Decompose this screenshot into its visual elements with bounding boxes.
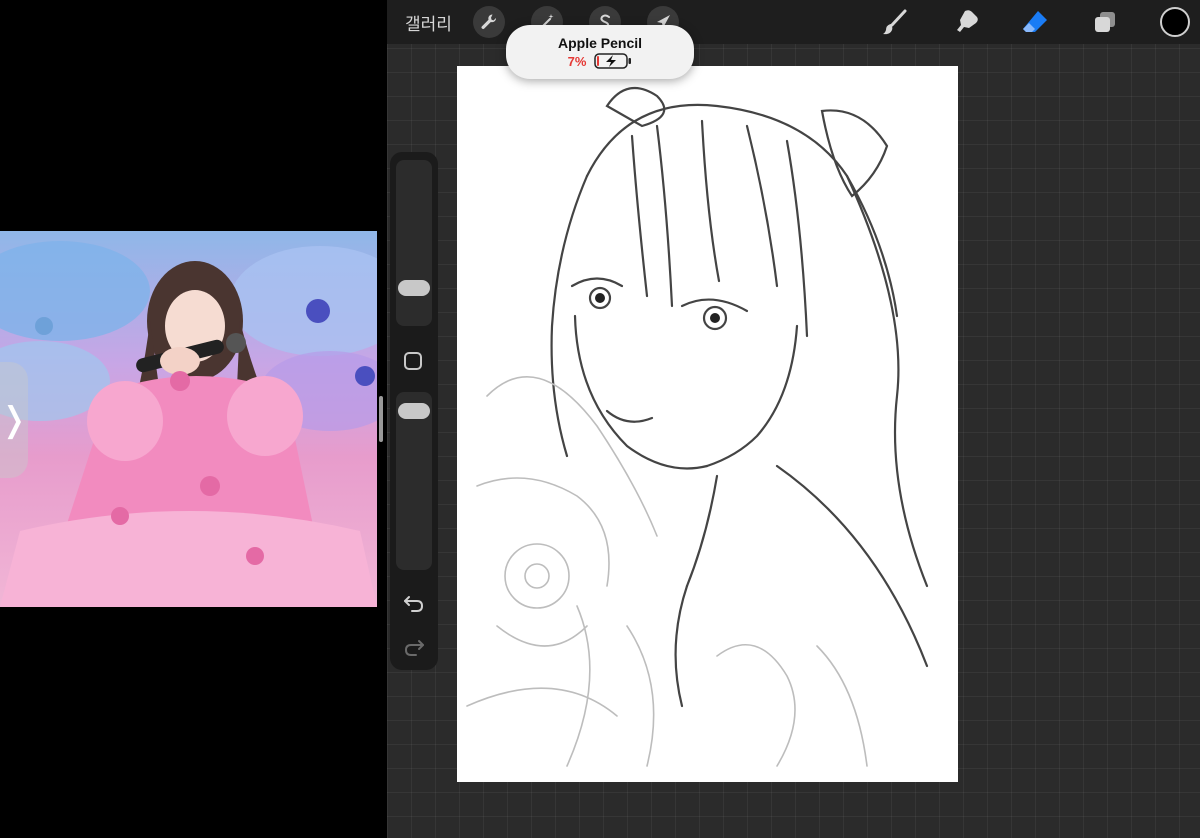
eraser-icon [1023, 11, 1047, 32]
chevron-right-icon: ❭ [0, 401, 29, 439]
popup-title: Apple Pencil [557, 35, 643, 51]
color-picker-button[interactable] [1160, 7, 1190, 37]
smudge-tool-button[interactable] [951, 6, 983, 38]
reference-photo-art [0, 241, 377, 607]
slide-over-handle[interactable]: ❭ [0, 362, 28, 478]
sketch-artwork [466, 86, 929, 767]
opacity-slider-thumb[interactable] [398, 403, 430, 419]
wrench-icon [481, 14, 497, 29]
actions-button[interactable] [473, 6, 505, 38]
smudge-icon [957, 10, 978, 32]
battery-percent: 7% [567, 53, 587, 69]
brush-size-slider-thumb[interactable] [398, 280, 430, 296]
brush-size-slider[interactable] [396, 160, 432, 326]
battery-row: 7% [568, 53, 633, 69]
side-toolbar [390, 152, 438, 670]
reference-pane: ❭ [0, 0, 387, 838]
drawing-canvas[interactable] [457, 66, 958, 782]
battery-charging-icon [594, 53, 632, 69]
undo-icon [404, 596, 424, 612]
layers-button[interactable] [1089, 6, 1121, 38]
redo-icon [404, 640, 424, 656]
brush-tool-button[interactable] [879, 6, 911, 38]
split-view-divider[interactable] [379, 396, 383, 442]
undo-button[interactable] [402, 592, 426, 614]
opacity-slider[interactable] [396, 392, 432, 570]
redo-button[interactable] [402, 636, 426, 658]
reference-photo [0, 231, 377, 607]
gallery-button[interactable]: 갤러리 [405, 6, 452, 38]
eraser-tool-button[interactable] [1019, 6, 1051, 38]
procreate-app: 갤러리 Apple Pencil 7% [387, 0, 1200, 838]
brush-icon [883, 9, 907, 35]
modify-square-button[interactable] [404, 352, 422, 370]
apple-pencil-battery-popup: Apple Pencil 7% [506, 25, 694, 79]
layers-icon [1095, 12, 1115, 32]
